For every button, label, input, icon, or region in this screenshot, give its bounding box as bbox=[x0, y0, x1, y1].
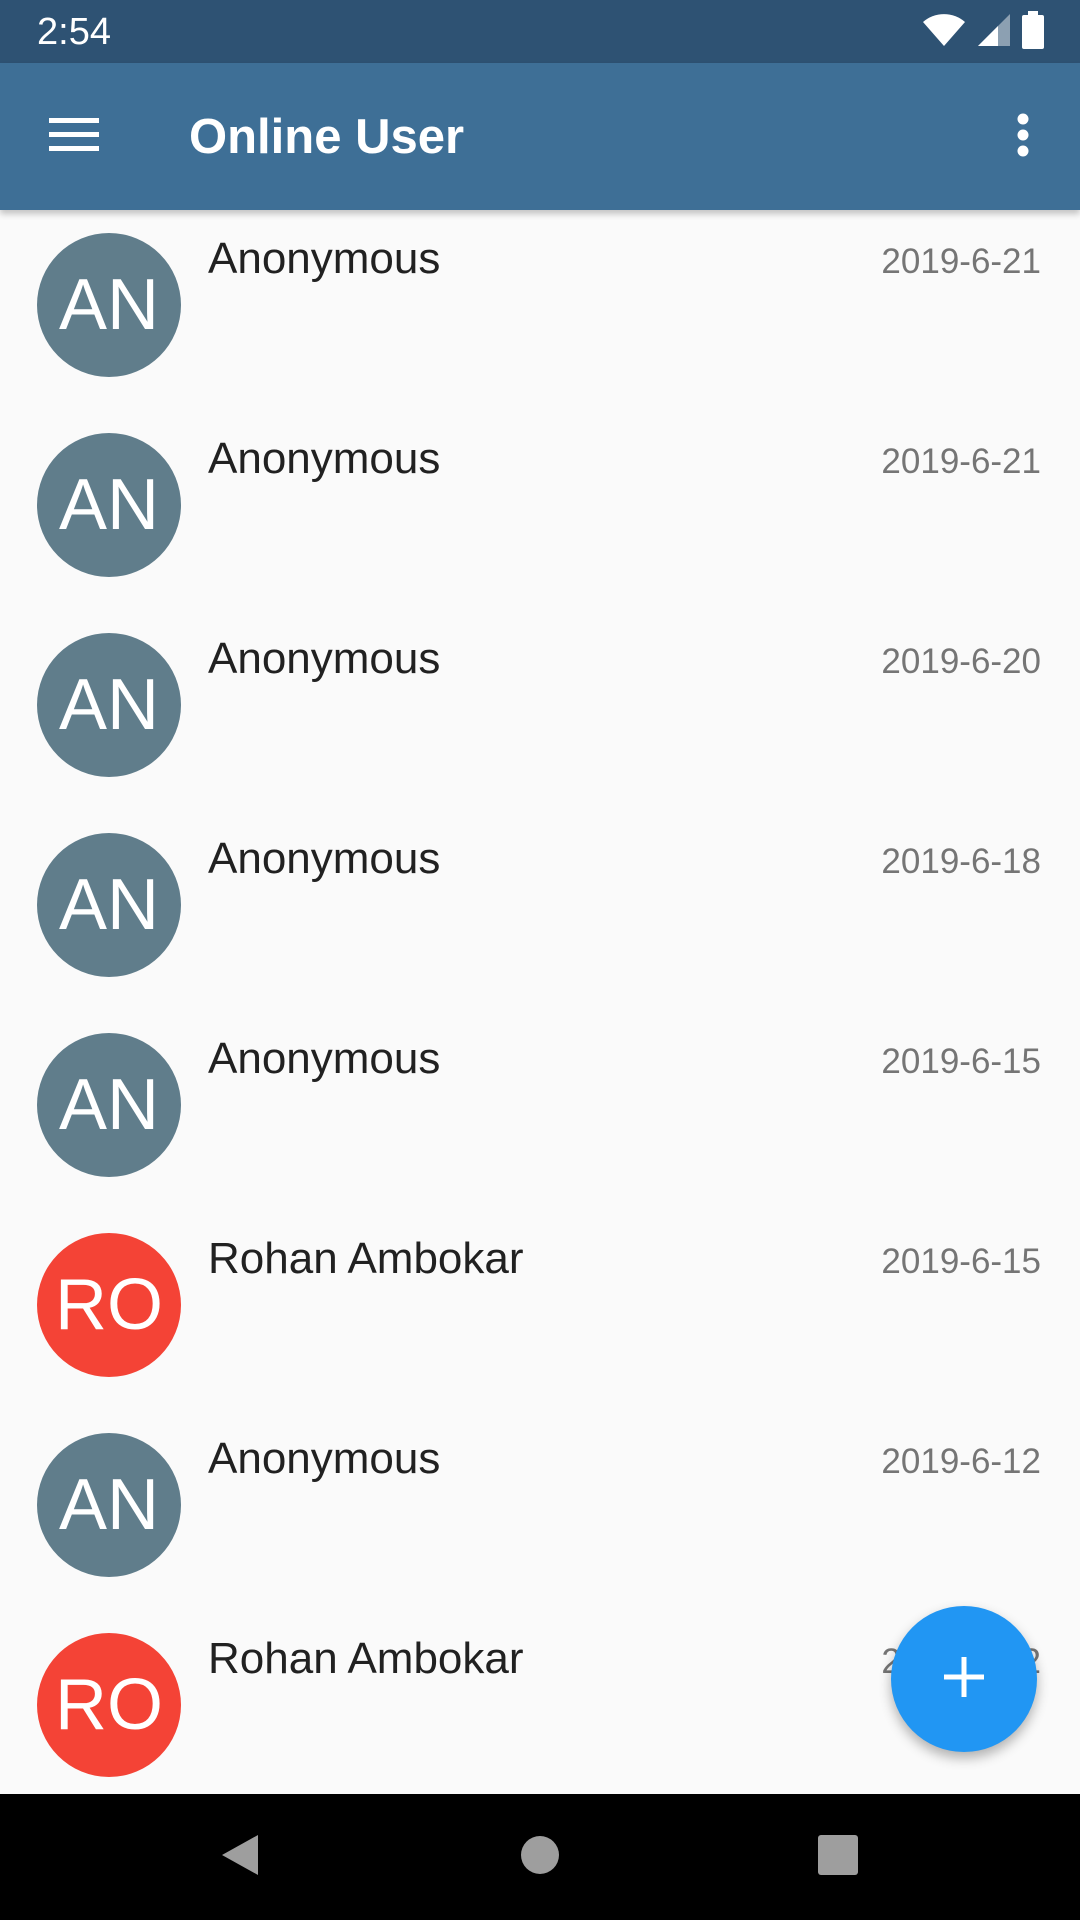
more-options-button[interactable] bbox=[986, 101, 1060, 173]
signal-icon bbox=[976, 12, 1012, 53]
user-name: Rohan Ambokar bbox=[208, 1634, 524, 1683]
user-name: Anonymous bbox=[208, 1034, 441, 1083]
user-name: Anonymous bbox=[208, 834, 441, 883]
menu-button[interactable] bbox=[37, 104, 111, 168]
home-icon bbox=[520, 1835, 560, 1880]
list-item[interactable]: AN Anonymous 2019-6-18 bbox=[0, 810, 1080, 1010]
back-icon bbox=[218, 1831, 262, 1884]
avatar: AN bbox=[37, 1033, 181, 1177]
avatar: AN bbox=[37, 633, 181, 777]
status-icons bbox=[922, 10, 1044, 54]
avatar: AN bbox=[37, 233, 181, 377]
user-date: 2019-6-15 bbox=[881, 1042, 1041, 1081]
menu-icon bbox=[49, 116, 99, 157]
user-name: Anonymous bbox=[208, 434, 441, 483]
list-item[interactable]: RO Rohan Ambokar 2019-6-15 bbox=[0, 1210, 1080, 1410]
more-vert-icon bbox=[1016, 113, 1030, 162]
user-date: 2019-6-21 bbox=[881, 242, 1041, 281]
recents-icon bbox=[817, 1834, 859, 1881]
recents-button[interactable] bbox=[798, 1817, 878, 1897]
page-title: Online User bbox=[189, 110, 465, 164]
avatar: RO bbox=[37, 1233, 181, 1377]
user-date: 2019-6-15 bbox=[881, 1242, 1041, 1281]
battery-icon bbox=[1022, 10, 1044, 54]
home-button[interactable] bbox=[500, 1817, 580, 1897]
add-icon bbox=[942, 1655, 986, 1704]
user-date: 2019-6-20 bbox=[881, 642, 1041, 681]
avatar: AN bbox=[37, 833, 181, 977]
user-name: Anonymous bbox=[208, 234, 441, 283]
user-name: Rohan Ambokar bbox=[208, 1234, 524, 1283]
status-time: 2:54 bbox=[37, 11, 111, 53]
avatar: RO bbox=[37, 1633, 181, 1777]
status-bar: 2:54 bbox=[0, 0, 1080, 63]
list-item[interactable]: AN Anonymous 2019-6-21 bbox=[0, 210, 1080, 410]
list-item[interactable]: AN Anonymous 2019-6-15 bbox=[0, 1010, 1080, 1210]
list-item[interactable]: AN Anonymous 2019-6-20 bbox=[0, 610, 1080, 810]
list-item[interactable]: AN Anonymous 2019-6-12 bbox=[0, 1410, 1080, 1610]
list-item[interactable]: AN Anonymous 2019-6-21 bbox=[0, 410, 1080, 610]
user-date: 2019-6-12 bbox=[881, 1442, 1041, 1481]
add-button[interactable] bbox=[891, 1606, 1037, 1752]
app-bar: Online User bbox=[0, 63, 1080, 210]
avatar: AN bbox=[37, 1433, 181, 1577]
user-name: Anonymous bbox=[208, 634, 441, 683]
user-date: 2019-6-18 bbox=[881, 842, 1041, 881]
wifi-icon bbox=[922, 12, 966, 53]
navigation-bar bbox=[0, 1794, 1080, 1920]
back-button[interactable] bbox=[200, 1817, 280, 1897]
user-date: 2019-6-21 bbox=[881, 442, 1041, 481]
user-list: AN Anonymous 2019-6-21 AN Anonymous 2019… bbox=[0, 210, 1080, 1794]
avatar: AN bbox=[37, 433, 181, 577]
user-name: Anonymous bbox=[208, 1434, 441, 1483]
